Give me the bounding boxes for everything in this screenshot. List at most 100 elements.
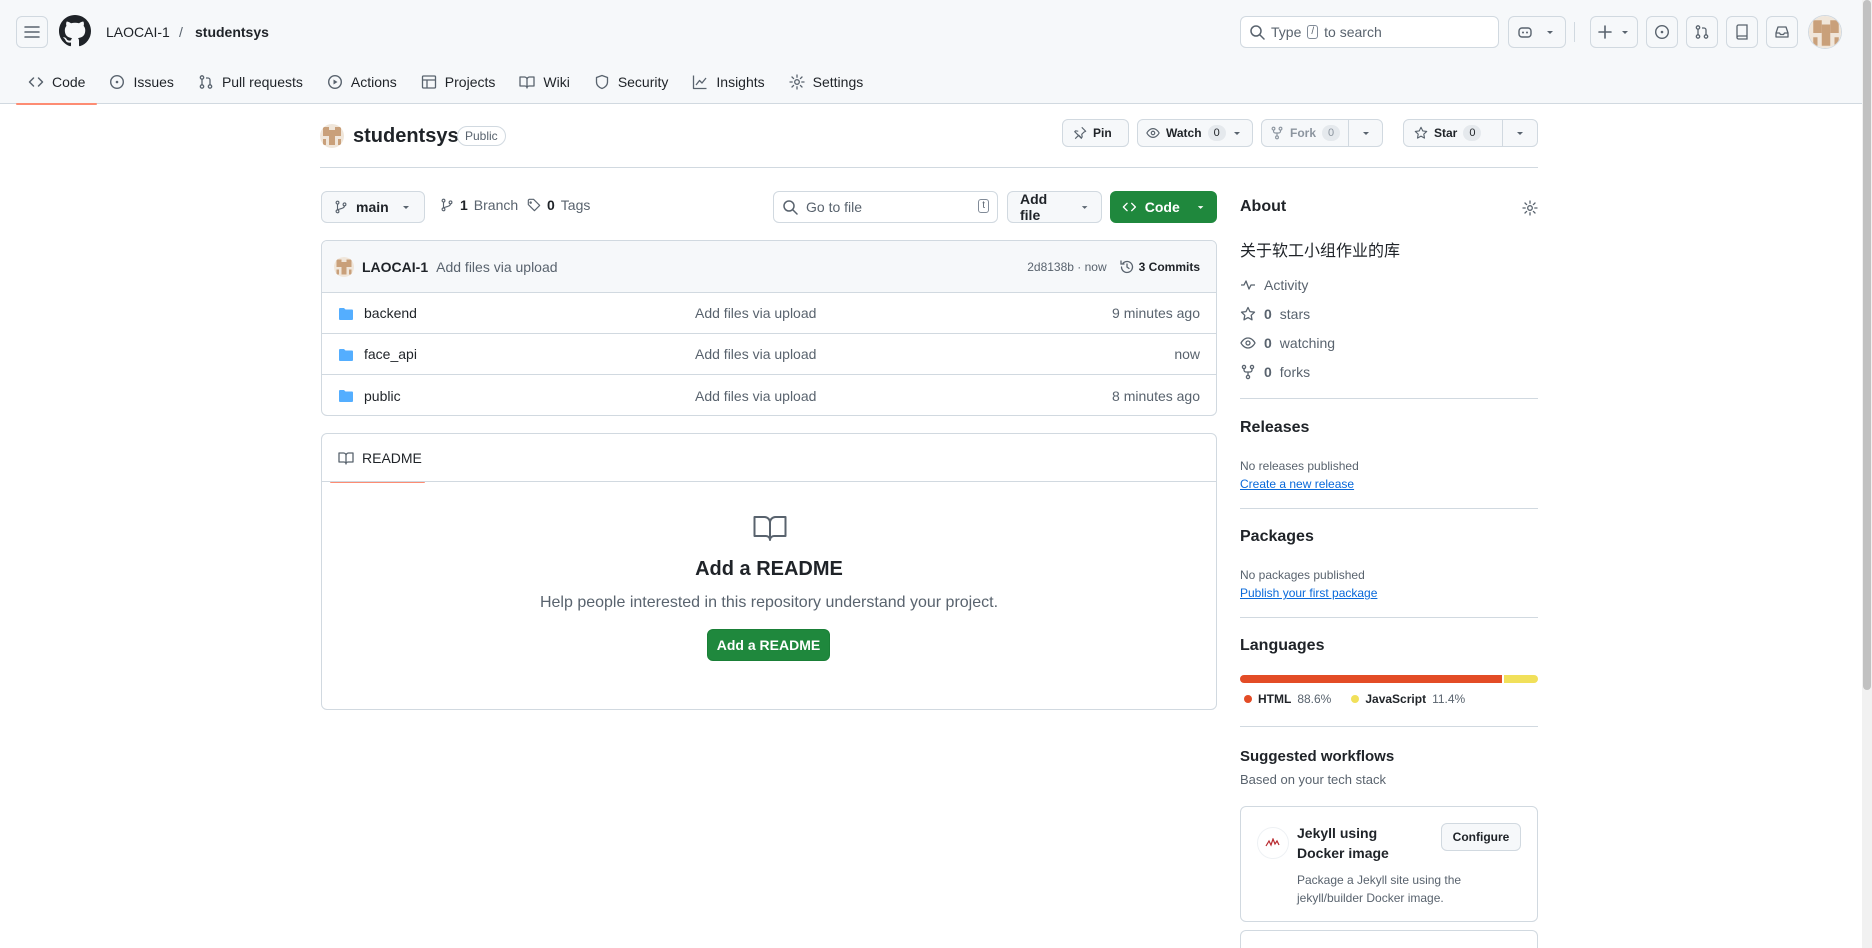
publish-package-link[interactable]: Publish your first package (1240, 586, 1377, 600)
watching-link[interactable]: 0 watching (1240, 335, 1335, 351)
code-button[interactable]: Code (1110, 191, 1217, 223)
forks-link[interactable]: 0 forks (1240, 364, 1310, 380)
repo-nav-tabs: Code Issues Pull requests Actions Projec… (16, 60, 876, 105)
languages-legend: HTML 88.6% JavaScript 11.4% (1244, 692, 1465, 706)
pull-requests-button[interactable] (1686, 16, 1718, 48)
user-avatar[interactable] (1808, 15, 1842, 49)
file-name[interactable]: public (364, 388, 401, 404)
tab-actions[interactable]: Actions (315, 60, 409, 104)
tab-security[interactable]: Security (582, 60, 681, 104)
tab-insights[interactable]: Insights (680, 60, 776, 104)
branches-link[interactable]: 1 Branch (440, 197, 518, 213)
repo-title-bar: studentsys Public Pin Watch 0 Fork 0 Sta… (320, 118, 1538, 168)
star-dropdown[interactable] (1502, 120, 1537, 146)
chevron-down-icon (402, 206, 409, 209)
repositories-button[interactable] (1726, 16, 1758, 48)
add-readme-button[interactable]: Add a README (707, 629, 830, 661)
tab-issues[interactable]: Issues (97, 60, 185, 104)
fork-dropdown[interactable] (1348, 120, 1383, 146)
configure-workflow-button[interactable]: Configure (1441, 823, 1521, 851)
chevron-down-icon (1081, 206, 1088, 209)
inbox-button[interactable] (1766, 16, 1798, 48)
pin-icon (1074, 126, 1087, 140)
sidebar-divider (1240, 617, 1538, 618)
star-button[interactable]: Star 0 (1403, 119, 1538, 147)
tab-code[interactable]: Code (16, 60, 98, 105)
activity-link[interactable]: Activity (1240, 277, 1308, 293)
tab-label: Issues (133, 74, 174, 90)
tags-link[interactable]: 0 Tags (527, 197, 590, 213)
jekyll-logo-icon (1257, 827, 1289, 859)
issues-button[interactable] (1646, 16, 1678, 48)
tab-settings[interactable]: Settings (777, 60, 876, 104)
tab-label: Settings (812, 74, 864, 90)
releases-heading[interactable]: Releases (1240, 419, 1309, 437)
breadcrumb-owner[interactable]: LAOCAI-1 (106, 22, 170, 42)
forks-label: forks (1279, 364, 1311, 380)
language-item-javascript[interactable]: JavaScript 11.4% (1351, 692, 1465, 706)
readme-panel: README Add a README Help people interest… (321, 433, 1217, 710)
fork-count: 0 (1322, 125, 1341, 141)
branch-select-button[interactable]: main (321, 191, 425, 223)
activity-label: Activity (1264, 277, 1309, 293)
repo-name[interactable]: studentsys (353, 123, 459, 149)
owner-avatar[interactable] (320, 124, 344, 148)
global-search-input[interactable]: Type / to search (1240, 16, 1499, 48)
add-file-label: Add file (1020, 191, 1048, 223)
fork-button[interactable]: Fork 0 (1261, 119, 1383, 147)
create-release-link[interactable]: Create a new release (1240, 477, 1354, 491)
readme-title: Add a README (695, 558, 843, 580)
commit-author-avatar[interactable] (334, 256, 354, 277)
search-shortcut-key: / (1307, 25, 1319, 39)
file-name[interactable]: backend (364, 305, 417, 321)
file-commit-message[interactable]: Add files via upload (695, 388, 816, 404)
star-label: Star (1434, 126, 1458, 140)
watch-button[interactable]: Watch 0 (1137, 119, 1253, 147)
github-logo-icon[interactable] (59, 15, 91, 47)
forks-count: 0 (1264, 364, 1272, 380)
stars-link[interactable]: 0 stars (1240, 306, 1310, 322)
go-to-file-input[interactable]: Go to file t (773, 191, 998, 223)
copilot-button[interactable] (1508, 16, 1566, 48)
code-icon (28, 77, 44, 87)
gear-icon[interactable] (1522, 200, 1538, 216)
breadcrumb-repo[interactable]: studentsys (195, 22, 269, 42)
packages-heading[interactable]: Packages (1240, 528, 1314, 546)
commit-author[interactable]: LAOCAI-1 (362, 259, 428, 275)
pin-button[interactable]: Pin (1062, 119, 1129, 147)
commit-hash-time[interactable]: 2d8138b · now (1027, 260, 1106, 274)
readme-subtitle: Help people interested in this repositor… (539, 594, 999, 611)
book-icon (519, 76, 536, 89)
create-new-button[interactable] (1590, 16, 1638, 48)
file-commit-message[interactable]: Add files via upload (695, 305, 816, 321)
language-item-html[interactable]: HTML 88.6% (1244, 692, 1331, 706)
stars-label: stars (1279, 306, 1311, 322)
readme-tab[interactable]: README (330, 434, 425, 483)
file-row[interactable]: public Add files via upload 8 minutes ag… (322, 375, 1216, 415)
page-scrollbar-thumb[interactable] (1863, 0, 1871, 690)
file-row[interactable]: face_api Add files via upload now (322, 334, 1216, 375)
language-dot (1351, 695, 1360, 703)
tab-pull-requests[interactable]: Pull requests (186, 60, 315, 104)
languages-bar (1240, 675, 1538, 683)
languages-heading: Languages (1240, 637, 1325, 654)
file-commit-message[interactable]: Add files via upload (695, 346, 816, 362)
readme-tab-label: README (362, 450, 422, 466)
workflow-card (1240, 930, 1538, 948)
tab-label: Security (617, 74, 669, 90)
table-icon (421, 75, 436, 89)
tab-wiki[interactable]: Wiki (507, 60, 581, 104)
stars-count: 0 (1264, 306, 1272, 322)
identicon-avatar-icon (1809, 16, 1841, 48)
repo-description: 关于软工小组作业的库 (1240, 243, 1401, 260)
file-name[interactable]: face_api (364, 346, 417, 362)
commits-link[interactable]: 3 Commits (1119, 259, 1200, 275)
tab-projects[interactable]: Projects (409, 60, 508, 104)
plus-icon (1598, 25, 1612, 39)
add-file-button[interactable]: Add file (1007, 191, 1102, 223)
suggested-workflows-subheading: Based on your tech stack (1240, 772, 1386, 787)
workflow-card: Jekyll using Docker image Package a Jeky… (1240, 806, 1538, 922)
hamburger-menu-button[interactable] (16, 16, 48, 48)
commit-message[interactable]: Add files via upload (436, 259, 557, 275)
file-row[interactable]: backend Add files via upload 9 minutes a… (322, 293, 1216, 334)
